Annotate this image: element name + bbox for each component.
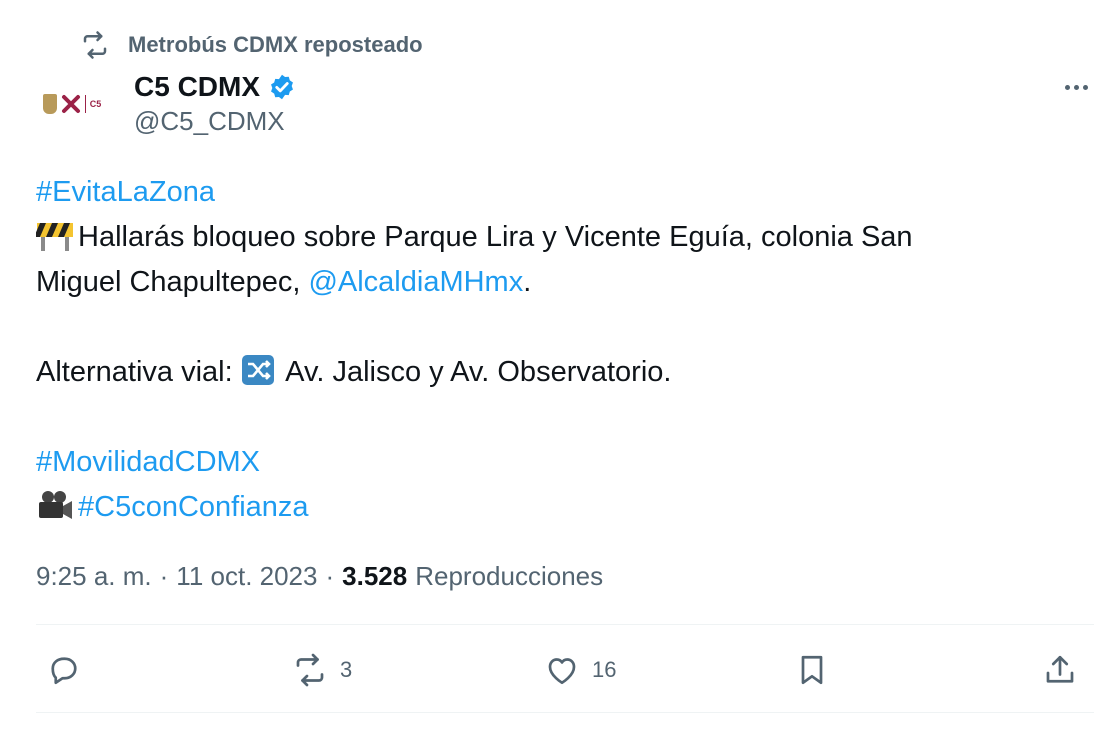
hashtag-evitalazona[interactable]: #EvitaLaZona bbox=[36, 176, 215, 208]
views-label[interactable]: Reproducciones bbox=[415, 561, 603, 592]
tweet-line-3-end: Av. Jalisco y Av. Observatorio. bbox=[278, 356, 672, 388]
avatar[interactable]: C5 bbox=[34, 74, 110, 134]
repost-indicator[interactable]: Metrobús CDMX reposteado bbox=[80, 30, 423, 60]
reply-button[interactable] bbox=[46, 640, 82, 700]
heart-icon bbox=[548, 658, 576, 685]
like-button[interactable]: 16 bbox=[544, 640, 616, 700]
repost-icon bbox=[296, 653, 324, 687]
repost-button[interactable]: 3 bbox=[292, 640, 352, 700]
more-dot-icon bbox=[1073, 84, 1079, 90]
shuffle-icon bbox=[241, 355, 274, 385]
divider bbox=[36, 712, 1094, 713]
tweet-line-1: Hallarás bloqueo sobre Parque Lira y Vic… bbox=[78, 221, 913, 253]
tweet-meta: 9:25 a. m. · 11 oct. 2023 · 3.528 Reprod… bbox=[36, 558, 603, 594]
like-count: 16 bbox=[592, 657, 617, 682]
meta-separator: · bbox=[325, 560, 335, 591]
verified-badge-icon[interactable] bbox=[268, 73, 296, 101]
coat-of-arms-icon bbox=[42, 94, 57, 114]
more-dot-icon bbox=[1082, 84, 1088, 90]
mention-alcaldiamhmx[interactable]: @AlcaldiaMHmx bbox=[308, 266, 523, 298]
tweet-line-2-end: . bbox=[523, 266, 532, 298]
share-icon bbox=[1046, 655, 1074, 683]
reply-icon bbox=[51, 657, 77, 685]
avatar-divider bbox=[84, 95, 86, 113]
views-count[interactable]: 3.528 bbox=[342, 561, 407, 592]
more-dot-icon bbox=[1064, 84, 1070, 90]
avatar-label: C5 bbox=[89, 99, 102, 109]
repost-icon bbox=[83, 31, 107, 59]
tweet-time[interactable]: 9:25 a. m. bbox=[36, 561, 152, 592]
author-name-row[interactable]: C5 CDMX bbox=[134, 68, 296, 106]
cdmx-logo-icon bbox=[61, 95, 80, 113]
bookmark-icon bbox=[801, 655, 823, 685]
share-button[interactable] bbox=[1042, 640, 1078, 700]
author-name[interactable]: C5 CDMX bbox=[134, 71, 260, 103]
repost-label: Metrobús CDMX reposteado bbox=[128, 32, 423, 57]
tweet-line-2: Miguel Chapultepec, bbox=[36, 266, 309, 298]
meta-separator: · bbox=[159, 560, 169, 591]
tweet-line-3: Alternativa vial: bbox=[36, 356, 241, 388]
action-bar: 3 16 bbox=[36, 640, 1094, 700]
bookmark-button[interactable] bbox=[794, 640, 830, 700]
tweet-date[interactable]: 11 oct. 2023 bbox=[176, 561, 317, 592]
tweet-text: #EvitaLaZona Hallarás bloqueo sobre Parq… bbox=[36, 170, 1096, 530]
hashtag-movilidadcdmx[interactable]: #MovilidadCDMX bbox=[36, 446, 260, 478]
more-options-button[interactable] bbox=[1056, 70, 1096, 104]
divider bbox=[36, 624, 1094, 625]
construction-barrier-icon bbox=[36, 223, 73, 251]
video-camera-icon bbox=[39, 491, 72, 519]
author-handle[interactable]: @C5_CDMX bbox=[134, 106, 285, 137]
repost-count: 3 bbox=[340, 657, 353, 682]
hashtag-c5conconfianza[interactable]: #C5conConfianza bbox=[78, 491, 309, 523]
